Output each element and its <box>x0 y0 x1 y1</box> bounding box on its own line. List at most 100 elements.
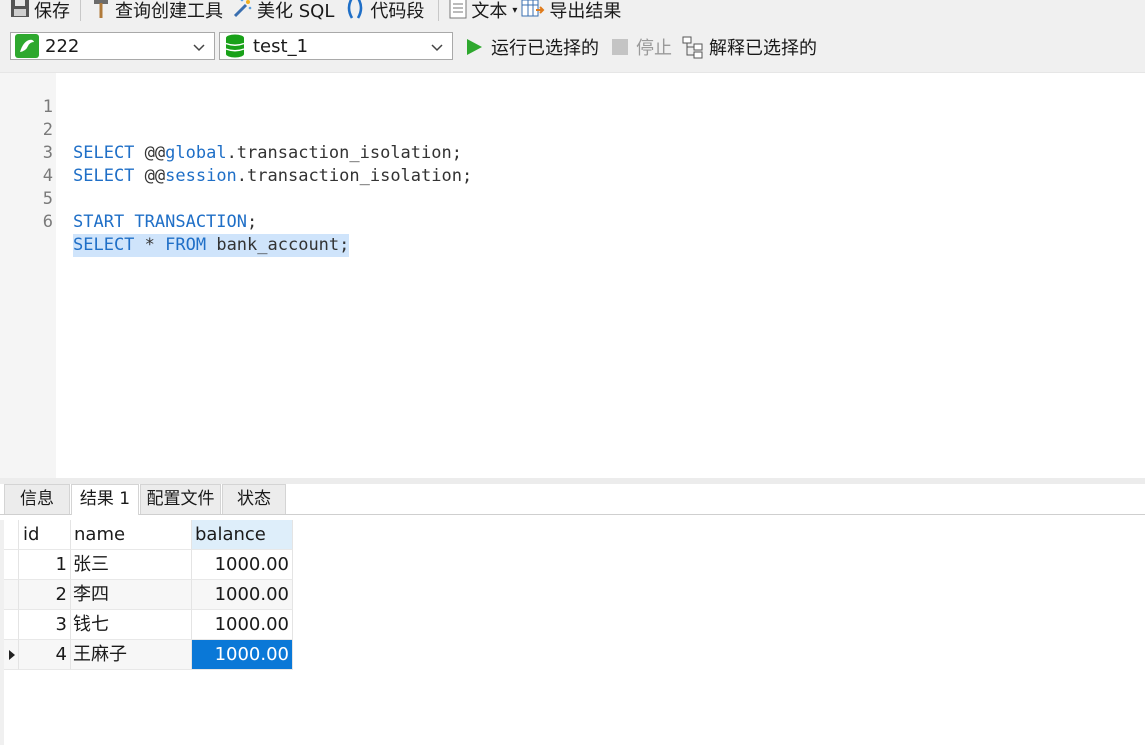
cell-value: 李四 <box>73 584 109 605</box>
code-line: 4 <box>0 142 53 186</box>
column-header-balance[interactable]: balance <box>192 520 293 550</box>
explain-selected-button[interactable]: 解释已选择的 <box>681 34 817 60</box>
row-header-cell[interactable] <box>4 520 19 550</box>
connection-select[interactable]: 222 <box>10 32 215 60</box>
column-header-label: name <box>74 524 126 545</box>
save-icon <box>10 0 30 23</box>
sql-keyword: SELECT <box>73 235 135 255</box>
row-indicator[interactable] <box>4 640 19 670</box>
sql-text: @@ <box>134 143 166 163</box>
explain-tree-icon <box>681 35 705 59</box>
play-icon <box>465 38 483 56</box>
hammer-icon <box>91 0 111 24</box>
cell-value: 3 <box>55 614 67 635</box>
text-mode-label: 文本 <box>471 1 508 22</box>
parentheses-icon <box>344 0 366 25</box>
database-icon <box>225 34 245 58</box>
sql-text: .transaction_isolation; <box>236 166 473 186</box>
column-header-label: balance <box>195 524 266 545</box>
code-line: 6 SELECT * FROM bank_account; <box>0 188 350 257</box>
sql-keyword: session <box>165 166 237 186</box>
column-header-label: id <box>23 524 40 545</box>
cell-name[interactable]: 李四 <box>71 580 192 610</box>
code-line: 3 SELECT @@session.transaction_isolation… <box>0 119 472 186</box>
text-mode-button[interactable]: 文本 ▾ <box>449 0 517 23</box>
line-number: 6 <box>42 212 53 232</box>
code-line: 5 START TRANSACTION; <box>0 165 258 232</box>
row-indicator[interactable] <box>4 610 19 640</box>
dropdown-arrow-icon: ▾ <box>512 4 518 16</box>
sql-editor[interactable]: 1 2 SELECT @@global.transaction_isolatio… <box>0 73 1145 478</box>
cell-id[interactable]: 2 <box>19 580 71 610</box>
cell-value: 1000.00 <box>214 644 289 665</box>
sql-keyword: FROM <box>165 235 207 255</box>
toolbar-divider <box>438 0 440 21</box>
tab-status[interactable]: 状态 <box>222 484 286 514</box>
query-builder-button[interactable]: 查询创建工具 <box>91 0 223 23</box>
cell-name[interactable]: 张三 <box>71 550 192 580</box>
save-label: 保存 <box>34 1 70 22</box>
row-indicator[interactable] <box>4 580 19 610</box>
sql-keyword: SELECT <box>73 166 135 186</box>
sql-text: bank_account; <box>206 235 350 255</box>
code-line: 2 SELECT @@global.transaction_isolation; <box>0 96 462 163</box>
cell-value: 1000.00 <box>214 554 289 575</box>
explain-selected-label: 解释已选择的 <box>709 38 817 59</box>
tab-label: 状态 <box>237 489 271 509</box>
code-snippet-label: 代码段 <box>370 1 425 22</box>
column-header-id[interactable]: id <box>19 520 71 550</box>
sql-keyword: START TRANSACTION <box>73 212 247 232</box>
cell-name[interactable]: 王麻子 <box>71 640 192 670</box>
connection-icon <box>15 34 39 58</box>
database-select[interactable]: test_1 <box>219 32 453 60</box>
cell-balance[interactable]: 1000.00 <box>192 610 293 640</box>
column-header-name[interactable]: name <box>71 520 192 550</box>
row-indicator[interactable] <box>4 550 19 580</box>
beautify-sql-label: 美化 SQL <box>257 1 335 22</box>
export-table-icon <box>521 0 545 24</box>
stop-button[interactable]: 停止 <box>611 34 672 60</box>
sql-text: ; <box>247 212 258 232</box>
code-line: 1 <box>0 73 53 117</box>
cell-balance[interactable]: 1000.00 <box>192 550 293 580</box>
cell-id[interactable]: 1 <box>19 550 71 580</box>
cell-value: 1 <box>55 554 67 575</box>
document-icon <box>449 0 467 24</box>
cell-value: 1000.00 <box>214 584 289 605</box>
cell-value: 4 <box>55 644 67 665</box>
stop-icon <box>611 38 629 56</box>
magic-wand-icon <box>231 0 253 24</box>
save-button[interactable]: 保存 <box>10 0 70 23</box>
chevron-down-icon <box>430 39 444 60</box>
cell-balance[interactable]: 1000.00 <box>192 580 293 610</box>
selected-code: SELECT * FROM bank_account; <box>73 234 350 257</box>
stop-label: 停止 <box>636 38 672 59</box>
database-value: test_1 <box>253 35 309 57</box>
run-selected-button[interactable]: 运行已选择的 <box>465 34 599 60</box>
beautify-sql-button[interactable]: 美化 SQL <box>231 0 334 23</box>
export-results-label: 导出结果 <box>549 1 622 22</box>
cell-balance-selected[interactable]: 1000.00 <box>192 640 293 670</box>
cell-value: 钱七 <box>73 614 109 635</box>
query-toolbar: 222 test_1 运行已选择的 停止 解释已选择的 <box>0 28 1145 73</box>
tab-result-1[interactable]: 结果 1 <box>71 484 139 515</box>
current-row-arrow-icon <box>8 640 16 669</box>
sql-keyword: global <box>165 143 227 163</box>
sql-text: @@ <box>134 166 166 186</box>
cell-name[interactable]: 钱七 <box>71 610 192 640</box>
cell-value: 张三 <box>73 554 109 575</box>
cell-id[interactable]: 4 <box>19 640 71 670</box>
tab-profile[interactable]: 配置文件 <box>140 484 221 514</box>
toolbar-divider <box>80 0 81 21</box>
tab-label: 信息 <box>20 489 54 509</box>
sql-text: * <box>134 235 166 255</box>
tab-info[interactable]: 信息 <box>4 484 70 514</box>
export-results-button[interactable]: 导出结果 <box>521 0 621 23</box>
run-selected-label: 运行已选择的 <box>491 38 599 59</box>
cell-id[interactable]: 3 <box>19 610 71 640</box>
code-snippet-button[interactable]: 代码段 <box>344 0 424 23</box>
sql-keyword: SELECT <box>73 143 135 163</box>
main-toolbar: 保存 查询创建工具 美化 SQL 代码段 文本 ▾ 导出结果 <box>0 0 1145 28</box>
query-builder-label: 查询创建工具 <box>115 1 223 22</box>
cell-value: 2 <box>55 584 67 605</box>
